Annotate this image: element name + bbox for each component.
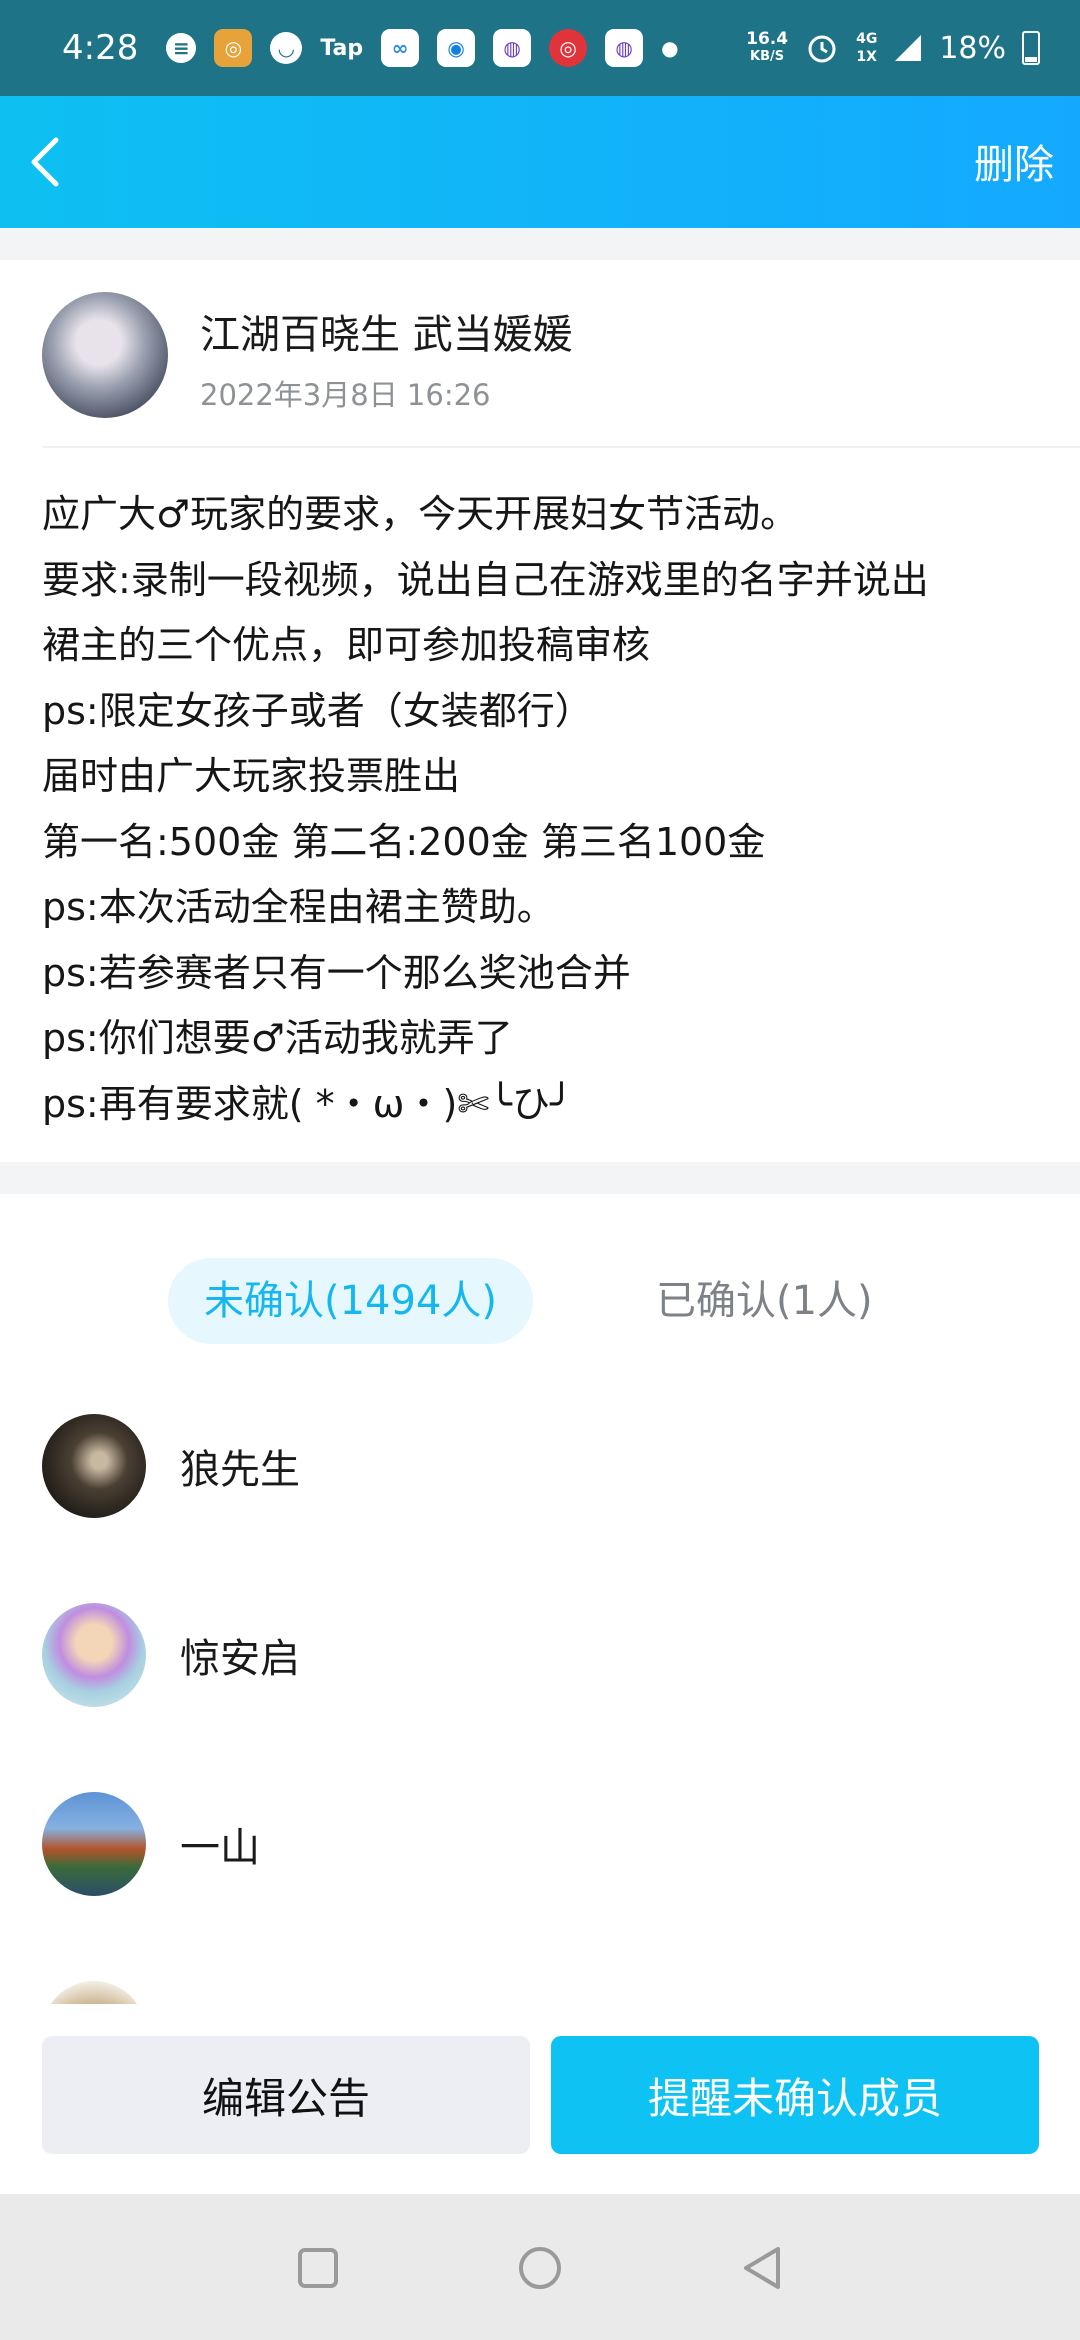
circle-icon bbox=[519, 2247, 561, 2289]
body-line: 应广大♂玩家的要求，今天开展妇女节活动。 bbox=[42, 492, 799, 536]
announcement-body: 应广大♂玩家的要求，今天开展妇女节活动。 要求:录制一段视频，说出自己在游戏里的… bbox=[42, 482, 1042, 1137]
members-section: 未确认(1494人) 已确认(1人) 狼先生 惊安启 一山 bbox=[0, 1194, 1080, 2004]
back-nav-button[interactable] bbox=[730, 2236, 794, 2300]
tab-confirmed[interactable]: 已确认(1人) bbox=[620, 1258, 909, 1344]
purple-app-icon: ◍ bbox=[493, 29, 532, 67]
divider bbox=[42, 446, 1080, 448]
system-nav-bar bbox=[0, 2194, 1080, 2340]
remind-unconfirmed-button[interactable]: 提醒未确认成员 bbox=[551, 2036, 1039, 2154]
edit-announcement-button[interactable]: 编辑公告 bbox=[42, 2036, 530, 2154]
speed-unit: KB/S bbox=[750, 49, 785, 64]
chevron-left-icon bbox=[31, 137, 59, 187]
back-button[interactable] bbox=[14, 130, 78, 194]
purple-app-icon-2: ◍ bbox=[605, 29, 644, 67]
member-row[interactable] bbox=[42, 1981, 180, 2004]
member-row[interactable]: 狼先生 bbox=[42, 1414, 300, 1518]
triangle-back-icon bbox=[744, 2247, 780, 2289]
body-line: 第一名:500金 第二名:200金 第三名100金 bbox=[42, 819, 766, 864]
member-avatar bbox=[42, 1792, 146, 1896]
eye-app-icon: ◉ bbox=[437, 29, 476, 67]
member-name: 惊安启 bbox=[180, 1636, 300, 1682]
smile-app-icon: ◡ bbox=[270, 32, 303, 64]
member-name: 狼先生 bbox=[180, 1447, 300, 1493]
delete-button[interactable]: 删除 bbox=[974, 132, 1054, 190]
cellular-type: 4G 1X bbox=[856, 30, 877, 66]
member-avatar bbox=[42, 1981, 146, 2004]
top-bar: 删除 bbox=[0, 96, 1080, 228]
battery-percent: 18% bbox=[939, 30, 1006, 66]
netease-music-icon: ◎ bbox=[549, 29, 588, 67]
home-button[interactable] bbox=[508, 2236, 572, 2300]
battery-icon bbox=[1022, 31, 1040, 65]
member-avatar bbox=[42, 1414, 146, 1518]
recents-button[interactable] bbox=[286, 2236, 350, 2300]
network-speed: 16.4 KB/S bbox=[746, 30, 788, 66]
member-name: 一山 bbox=[180, 1825, 260, 1871]
body-line: 要求:录制一段视频，说出自己在游戏里的名字并说出 bbox=[42, 557, 929, 602]
body-line: ps:你们想要♂活动我就弄了 bbox=[42, 1016, 513, 1060]
author-name: 江湖百晓生 武当媛媛 bbox=[200, 312, 573, 358]
body-line: ps:再有要求就( *・ω・)✄╰ひ╯ bbox=[42, 1081, 573, 1126]
member-avatar bbox=[42, 1603, 146, 1707]
more-notifications-dot: ● bbox=[661, 36, 679, 60]
body-line: ps:本次活动全程由裙主赞助。 bbox=[42, 885, 555, 929]
body-line: ps:若参赛者只有一个那么奖池合并 bbox=[42, 950, 631, 995]
signal-icon bbox=[895, 35, 922, 61]
body-line: 届时由广大玩家投票胜出 bbox=[42, 754, 461, 798]
network-1x: 1X bbox=[856, 49, 877, 65]
post-date: 2022年3月8日 16:26 bbox=[200, 378, 491, 412]
alarm-icon bbox=[808, 35, 836, 63]
tap-app-icon: Tap bbox=[320, 35, 364, 61]
tab-unconfirmed[interactable]: 未确认(1494人) bbox=[168, 1258, 534, 1344]
member-row[interactable]: 惊安启 bbox=[42, 1603, 300, 1707]
speed-value: 16.4 bbox=[746, 29, 789, 49]
author-avatar[interactable] bbox=[42, 292, 168, 418]
announcement-card: 江湖百晓生 武当媛媛 2022年3月8日 16:26 应广大♂玩家的要求，今天开… bbox=[0, 260, 1080, 1162]
network-4g: 4G bbox=[856, 31, 878, 47]
notification-icons: ≡ ◎ ◡ Tap ∞ ◉ ◍ ◎ ◍ ● bbox=[166, 29, 746, 67]
square-icon bbox=[298, 2248, 338, 2288]
message-icon: ≡ bbox=[166, 33, 197, 63]
game-app-icon: ◎ bbox=[214, 29, 253, 67]
baidu-disk-icon: ∞ bbox=[381, 29, 420, 67]
status-bar: 4:28 ≡ ◎ ◡ Tap ∞ ◉ ◍ ◎ ◍ ● 16.4 KB/S 4G … bbox=[0, 0, 1080, 96]
body-line: ps:限定女孩子或者（女装都行） bbox=[42, 688, 593, 733]
body-line: 裙主的三个优点，即可参加投稿审核 bbox=[42, 623, 651, 667]
clock: 4:28 bbox=[62, 28, 139, 68]
bottom-action-bar: 编辑公告 提醒未确认成员 bbox=[0, 2004, 1080, 2194]
member-row[interactable]: 一山 bbox=[42, 1792, 260, 1896]
